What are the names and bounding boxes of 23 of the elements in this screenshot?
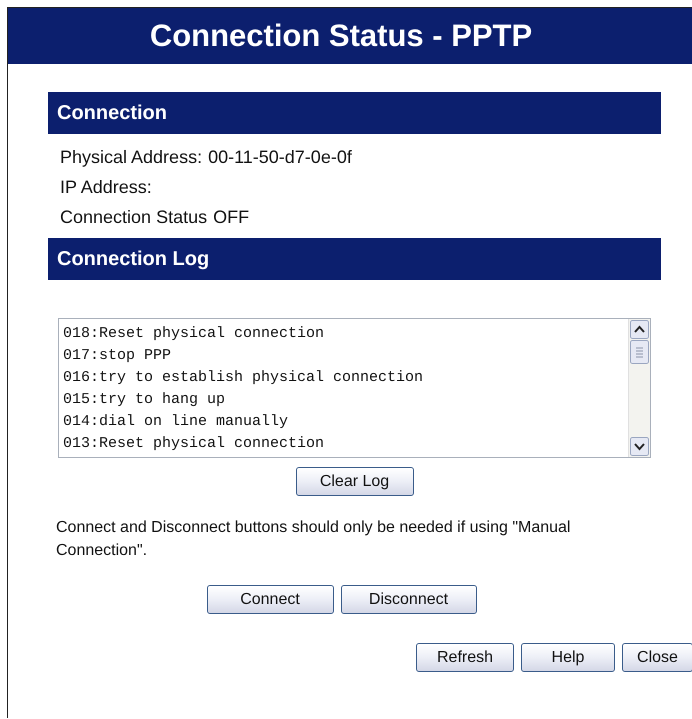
- section-header: Connection Log: [48, 238, 661, 280]
- field-value: 00-11-50-d7-0e-0f: [208, 146, 352, 168]
- log-entry: 016:try to establish physical connection: [63, 368, 424, 388]
- clear-log-button[interactable]: Clear Log: [296, 467, 414, 496]
- log-entry: 014:dial on line manually: [63, 412, 290, 432]
- page-title: Connection Status - PPTP: [8, 8, 692, 64]
- log-entry: 015:try to hang up: [63, 390, 226, 410]
- close-button[interactable]: Close: [622, 643, 692, 672]
- refresh-button[interactable]: Refresh: [416, 643, 514, 672]
- field-label: Physical Address:: [60, 146, 202, 168]
- scrollbar[interactable]: [628, 319, 650, 457]
- section-header: Connection: [48, 92, 661, 134]
- log-entry: 017:stop PPP: [63, 346, 172, 366]
- log-field[interactable]: 018:Reset physical connection 017:stop PPP 016:try to establish physical connection 015:try to hang up 014:dial on line manually 013:Reset physical connection: [58, 318, 651, 458]
- log-entry: 013:Reset physical connection: [63, 434, 326, 454]
- field-label: IP Address:: [60, 176, 152, 198]
- field-label: Connection Status: [60, 206, 208, 228]
- manual-connection-note: Connect and Disconnect buttons should only be needed if using "Manual Connection".: [56, 518, 572, 561]
- help-button[interactable]: Help: [521, 643, 615, 672]
- connect-button[interactable]: Connect: [206, 585, 334, 614]
- log-entry: 018:Reset physical connection: [63, 324, 326, 344]
- disconnect-button[interactable]: Disconnect: [340, 585, 476, 614]
- field-value: OFF: [213, 206, 250, 228]
